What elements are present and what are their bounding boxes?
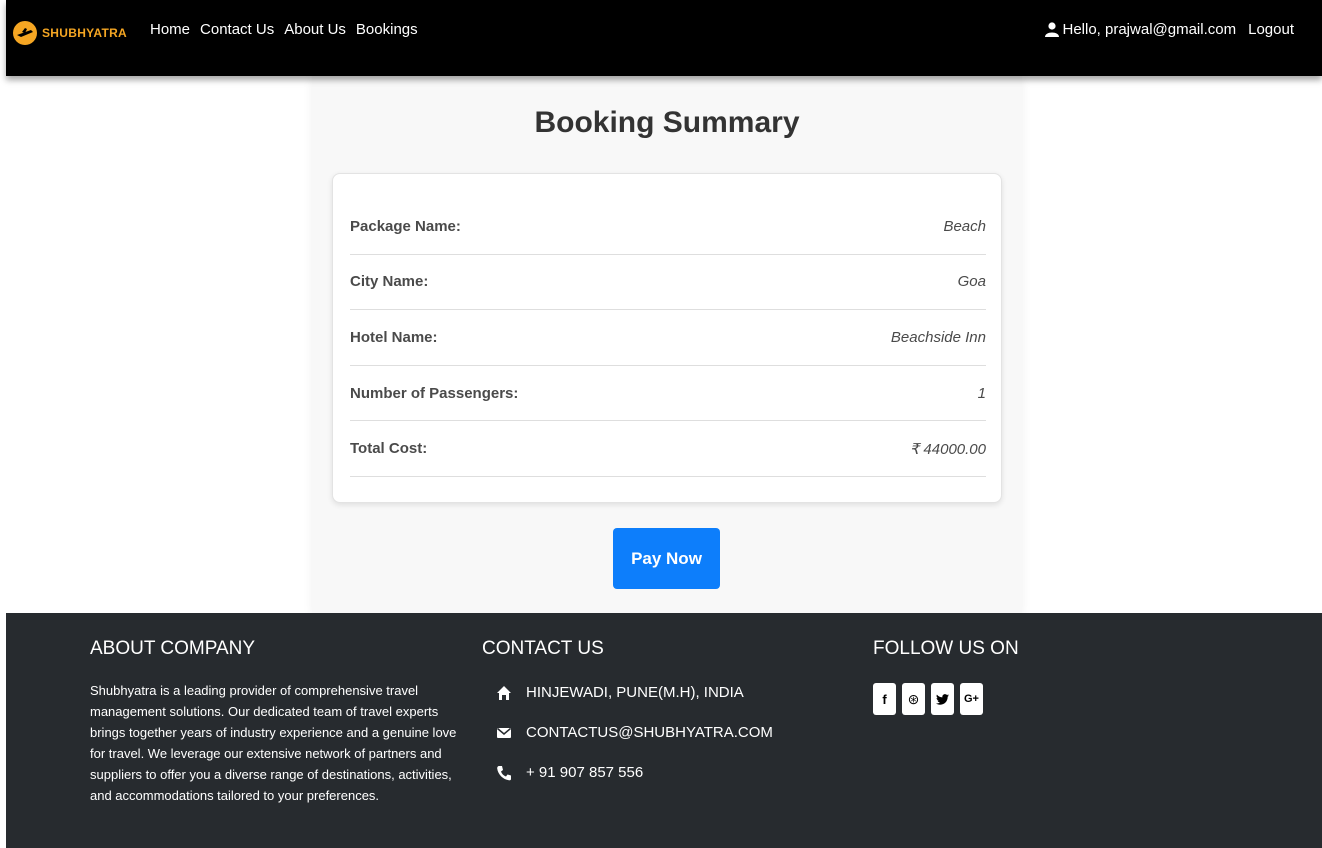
row-city-name: City Name: Goa bbox=[350, 255, 986, 311]
row-value: ₹ 44000.00 bbox=[909, 440, 986, 458]
phone-icon bbox=[497, 765, 511, 780]
about-heading: ABOUT COMPANY bbox=[90, 638, 256, 659]
nav-bookings[interactable]: Bookings bbox=[356, 21, 418, 38]
nav-links: Home Contact Us About Us Bookings bbox=[150, 21, 418, 38]
row-label: Number of Passengers: bbox=[350, 384, 519, 402]
nav-about-us[interactable]: About Us bbox=[284, 21, 346, 38]
social-links: f ⊛ G+ bbox=[873, 683, 1019, 715]
contact-phone: + 91 907 857 556 bbox=[482, 763, 773, 782]
row-hotel-name: Hotel Name: Beachside Inn bbox=[350, 310, 986, 366]
row-value: Beachside Inn bbox=[890, 328, 986, 346]
contact-email-text[interactable]: CONTACTUS@SHUBHYATRA.COM bbox=[526, 724, 773, 741]
user-area: Hello, prajwal@gmail.com Logout bbox=[1045, 21, 1294, 38]
page-title: Booking Summary bbox=[534, 106, 800, 139]
user-greeting: Hello, prajwal@gmail.com bbox=[1062, 21, 1237, 38]
about-text: Shubhyatra is a leading provider of comp… bbox=[90, 683, 457, 803]
footer-follow: FOLLOW US ON f ⊛ G+ bbox=[873, 638, 1019, 715]
row-value: Beach bbox=[943, 217, 986, 235]
contact-list: HINJEWADI, PUNE(M.H), INDIA CONTACTUS@SH… bbox=[482, 683, 773, 782]
top-navbar: SHUBHYATRA Home Contact Us About Us Book… bbox=[6, 0, 1322, 76]
pay-now-button[interactable]: Pay Now bbox=[613, 528, 720, 589]
row-label: Total Cost: bbox=[350, 440, 428, 458]
brand-name: SHUBHYATRA bbox=[42, 26, 128, 40]
footer: ABOUT COMPANY Shubhyatra is a leading pr… bbox=[6, 613, 1322, 848]
envelope-icon bbox=[497, 727, 511, 738]
plane-logo-icon bbox=[13, 21, 37, 45]
row-label: City Name: bbox=[350, 273, 429, 291]
nav-contact-us[interactable]: Contact Us bbox=[200, 21, 274, 38]
follow-heading: FOLLOW US ON bbox=[873, 638, 1019, 659]
row-package-name: Package Name: Beach bbox=[350, 199, 986, 255]
dribbble-icon[interactable]: ⊛ bbox=[902, 683, 925, 715]
google-plus-icon[interactable]: G+ bbox=[960, 683, 983, 715]
twitter-icon[interactable] bbox=[931, 683, 954, 715]
contact-address: HINJEWADI, PUNE(M.H), INDIA bbox=[482, 683, 773, 702]
twitter-bird-icon bbox=[936, 693, 949, 705]
booking-summary-panel: Booking Summary Package Name: Beach City… bbox=[312, 76, 1022, 616]
row-label: Hotel Name: bbox=[350, 328, 438, 346]
home-icon bbox=[497, 685, 511, 700]
contact-phone-text: + 91 907 857 556 bbox=[526, 764, 644, 781]
user-icon bbox=[1045, 22, 1060, 37]
summary-card: Package Name: Beach City Name: Goa Hotel… bbox=[332, 173, 1002, 503]
row-value: 1 bbox=[977, 384, 986, 402]
contact-address-text: HINJEWADI, PUNE(M.H), INDIA bbox=[526, 684, 744, 701]
nav-home[interactable]: Home bbox=[150, 21, 190, 38]
contact-heading: CONTACT US bbox=[482, 638, 604, 659]
row-passengers: Number of Passengers: 1 bbox=[350, 366, 986, 422]
row-total-cost: Total Cost: ₹ 44000.00 bbox=[350, 421, 986, 477]
row-label: Package Name: bbox=[350, 217, 461, 235]
logout-link[interactable]: Logout bbox=[1248, 21, 1294, 38]
brand[interactable]: SHUBHYATRA bbox=[12, 20, 127, 46]
row-value: Goa bbox=[957, 273, 986, 291]
footer-about: ABOUT COMPANY Shubhyatra is a leading pr… bbox=[90, 638, 470, 806]
contact-email: CONTACTUS@SHUBHYATRA.COM bbox=[482, 723, 773, 742]
facebook-icon[interactable]: f bbox=[873, 683, 896, 715]
footer-contact: CONTACT US HINJEWADI, PUNE(M.H), INDIA C… bbox=[482, 638, 773, 803]
